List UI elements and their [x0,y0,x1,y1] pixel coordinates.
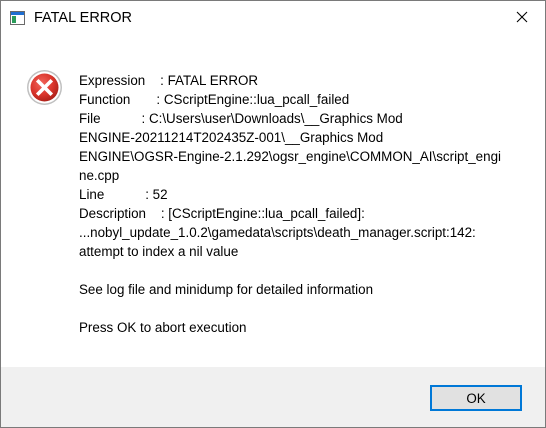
app-window-icon [10,11,25,25]
close-button[interactable] [499,1,545,37]
message-line: See log file and minidump for detailed i… [79,282,374,297]
message-line: Function : CScriptEngine::lua_pcall_fail… [79,92,350,107]
message-line: ne.cpp [79,168,120,183]
error-dialog: FATAL ERROR Expression: FATAL ERROR Fun… [0,0,546,428]
message-line: ENGINE\OGSR-Engine-2.1.292\ogsr_engine\C… [79,149,501,164]
dialog-content: Expression : FATAL ERROR Function : CScri… [1,37,545,367]
message-line [79,299,509,318]
message-line: Expression : FATAL ERROR [79,73,259,88]
title-bar[interactable]: FATAL ERROR [1,1,545,37]
error-message: Expression : FATAL ERROR Function : CScri… [79,71,509,337]
message-line: File : C:\Users\user\Downloads\__Graphic… [79,111,403,126]
message-line: Press OK to abort execution [79,320,247,335]
ok-button[interactable]: OK [430,385,522,411]
error-icon [26,69,63,106]
message-line: Description : [CScriptEngine::lua_pcall_… [79,206,365,221]
message-line: attempt to index a nil value [79,244,239,259]
message-line: Line : 52 [79,187,168,202]
message-line: ENGINE-20211214T202435Z-001\__Graphics M… [79,130,384,145]
window-title: FATAL ERROR [34,10,133,26]
close-icon [516,10,528,28]
button-bar: OK [1,367,545,427]
message-line: ...nobyl_update_1.0.2\gamedata\scripts\d… [79,225,476,240]
message-line [79,261,509,280]
